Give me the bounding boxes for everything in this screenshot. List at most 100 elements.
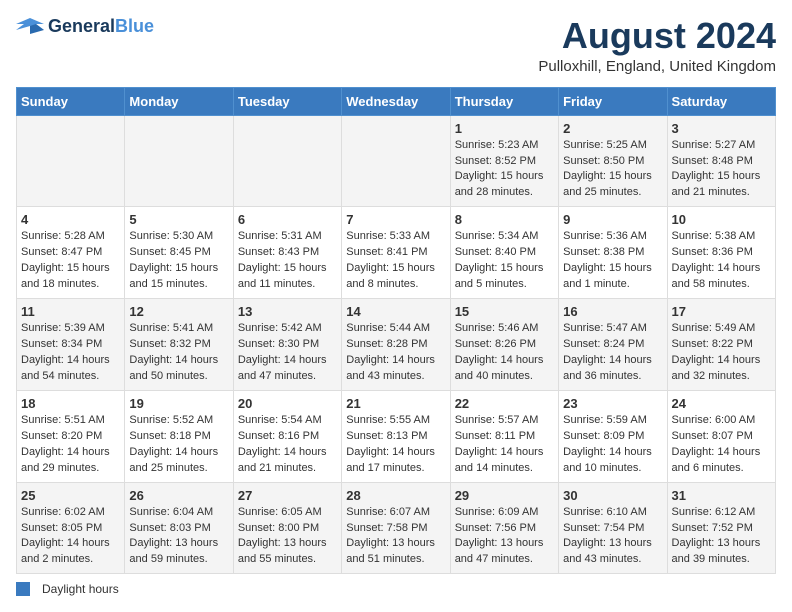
calendar-cell: 21 Sunrise: 5:55 AMSunset: 8:13 PMDayligh… [342,390,450,482]
col-sunday: Sunday [17,87,125,115]
day-number: 20 [238,396,337,411]
day-number: 1 [455,121,554,136]
footer: Daylight hours [16,582,776,596]
calendar-cell: 17 Sunrise: 5:49 AMSunset: 8:22 PMDayligh… [667,299,775,391]
day-info: Sunrise: 5:41 AMSunset: 8:32 PMDaylight:… [129,321,228,385]
day-number: 27 [238,488,337,503]
calendar-cell: 14 Sunrise: 5:44 AMSunset: 8:28 PMDayligh… [342,299,450,391]
calendar-subtitle: Pulloxhill, England, United Kingdom [538,58,776,75]
calendar-cell: 18 Sunrise: 5:51 AMSunset: 8:20 PMDayligh… [17,390,125,482]
day-number: 8 [455,212,554,227]
day-number: 5 [129,212,228,227]
day-number: 11 [21,304,120,319]
day-number: 4 [21,212,120,227]
calendar-cell: 30 Sunrise: 6:10 AMSunset: 7:54 PMDayligh… [559,482,667,574]
calendar-cell: 11 Sunrise: 5:39 AMSunset: 8:34 PMDayligh… [17,299,125,391]
col-wednesday: Wednesday [342,87,450,115]
day-info: Sunrise: 6:09 AMSunset: 7:56 PMDaylight:… [455,505,554,569]
day-number: 10 [672,212,771,227]
calendar-table: Sunday Monday Tuesday Wednesday Thursday… [16,87,776,575]
calendar-cell [342,115,450,207]
day-number: 21 [346,396,445,411]
col-monday: Monday [125,87,233,115]
calendar-cell: 15 Sunrise: 5:46 AMSunset: 8:26 PMDayligh… [450,299,558,391]
daylight-label: Daylight hours [42,582,119,596]
calendar-cell: 23Sunrise: 5:59 AMSunset: 8:09 PMDayligh… [559,390,667,482]
daylight-color-box [16,582,30,596]
col-tuesday: Tuesday [233,87,341,115]
day-info: Sunrise: 5:34 AMSunset: 8:40 PMDaylight:… [455,229,554,293]
day-info: Sunrise: 5:51 AMSunset: 8:20 PMDaylight:… [21,413,120,477]
logo-icon [16,16,44,38]
calendar-cell: 10 Sunrise: 5:38 AMSunset: 8:36 PMDayligh… [667,207,775,299]
day-info: Sunrise: 5:39 AMSunset: 8:34 PMDaylight:… [21,321,120,385]
calendar-cell: 16 Sunrise: 5:47 AMSunset: 8:24 PMDayligh… [559,299,667,391]
title-block: August 2024 Pulloxhill, England, United … [538,16,776,75]
day-number: 29 [455,488,554,503]
day-info: Sunrise: 6:10 AMSunset: 7:54 PMDaylight:… [563,505,662,569]
calendar-cell: 6Sunrise: 5:31 AMSunset: 8:43 PMDaylight… [233,207,341,299]
calendar-cell: 20 Sunrise: 5:54 AMSunset: 8:16 PMDayligh… [233,390,341,482]
day-number: 18 [21,396,120,411]
day-info: Sunrise: 5:44 AMSunset: 8:28 PMDaylight:… [346,321,445,385]
calendar-header: Sunday Monday Tuesday Wednesday Thursday… [17,87,776,115]
day-number: 2 [563,121,662,136]
calendar-title: August 2024 [538,16,776,56]
day-info: Sunrise: 6:12 AMSunset: 7:52 PMDaylight:… [672,505,771,569]
calendar-cell [125,115,233,207]
calendar-cell: 31 Sunrise: 6:12 AMSunset: 7:52 PMDayligh… [667,482,775,574]
day-info: Sunrise: 6:04 AMSunset: 8:03 PMDaylight:… [129,505,228,569]
day-info: Sunrise: 5:28 AMSunset: 8:47 PMDaylight:… [21,229,120,293]
col-friday: Friday [559,87,667,115]
calendar-week-1: 1 Sunrise: 5:23 AMSunset: 8:52 PMDaylight… [17,115,776,207]
day-info: Sunrise: 5:57 AMSunset: 8:11 PMDaylight:… [455,413,554,477]
day-number: 30 [563,488,662,503]
day-number: 7 [346,212,445,227]
calendar-cell: 22Sunrise: 5:57 AMSunset: 8:11 PMDayligh… [450,390,558,482]
calendar-cell [17,115,125,207]
page-header: GeneralBlue August 2024 Pulloxhill, Engl… [16,16,776,75]
day-info: Sunrise: 5:52 AMSunset: 8:18 PMDaylight:… [129,413,228,477]
calendar-week-2: 4 Sunrise: 5:28 AMSunset: 8:47 PMDaylight… [17,207,776,299]
day-number: 14 [346,304,445,319]
calendar-cell: 9Sunrise: 5:36 AMSunset: 8:38 PMDaylight… [559,207,667,299]
day-info: Sunrise: 5:25 AMSunset: 8:50 PMDaylight:… [563,138,662,202]
day-info: Sunrise: 5:33 AMSunset: 8:41 PMDaylight:… [346,229,445,293]
day-info: Sunrise: 6:07 AMSunset: 7:58 PMDaylight:… [346,505,445,569]
col-saturday: Saturday [667,87,775,115]
day-info: Sunrise: 6:02 AMSunset: 8:05 PMDaylight:… [21,505,120,569]
day-info: Sunrise: 5:49 AMSunset: 8:22 PMDaylight:… [672,321,771,385]
day-number: 19 [129,396,228,411]
calendar-cell: 26Sunrise: 6:04 AMSunset: 8:03 PMDayligh… [125,482,233,574]
day-number: 31 [672,488,771,503]
day-info: Sunrise: 5:55 AMSunset: 8:13 PMDaylight:… [346,413,445,477]
day-number: 3 [672,121,771,136]
day-info: Sunrise: 5:27 AMSunset: 8:48 PMDaylight:… [672,138,771,202]
day-number: 9 [563,212,662,227]
day-number: 17 [672,304,771,319]
day-number: 15 [455,304,554,319]
day-info: Sunrise: 5:30 AMSunset: 8:45 PMDaylight:… [129,229,228,293]
day-info: Sunrise: 5:47 AMSunset: 8:24 PMDaylight:… [563,321,662,385]
day-info: Sunrise: 6:05 AMSunset: 8:00 PMDaylight:… [238,505,337,569]
logo: GeneralBlue [16,16,154,38]
col-thursday: Thursday [450,87,558,115]
day-number: 28 [346,488,445,503]
day-number: 16 [563,304,662,319]
calendar-cell: 4 Sunrise: 5:28 AMSunset: 8:47 PMDaylight… [17,207,125,299]
day-info: Sunrise: 5:54 AMSunset: 8:16 PMDaylight:… [238,413,337,477]
day-info: Sunrise: 5:23 AMSunset: 8:52 PMDaylight:… [455,138,554,202]
day-number: 6 [238,212,337,227]
day-info: Sunrise: 5:46 AMSunset: 8:26 PMDaylight:… [455,321,554,385]
calendar-cell: 12 Sunrise: 5:41 AMSunset: 8:32 PMDayligh… [125,299,233,391]
day-number: 23 [563,396,662,411]
calendar-week-5: 25Sunrise: 6:02 AMSunset: 8:05 PMDayligh… [17,482,776,574]
calendar-week-3: 11 Sunrise: 5:39 AMSunset: 8:34 PMDayligh… [17,299,776,391]
calendar-cell: 13Sunrise: 5:42 AMSunset: 8:30 PMDayligh… [233,299,341,391]
calendar-cell: 8 Sunrise: 5:34 AMSunset: 8:40 PMDaylight… [450,207,558,299]
calendar-cell: 24Sunrise: 6:00 AMSunset: 8:07 PMDayligh… [667,390,775,482]
day-number: 12 [129,304,228,319]
day-info: Sunrise: 5:38 AMSunset: 8:36 PMDaylight:… [672,229,771,293]
calendar-cell: 25Sunrise: 6:02 AMSunset: 8:05 PMDayligh… [17,482,125,574]
day-info: Sunrise: 5:42 AMSunset: 8:30 PMDaylight:… [238,321,337,385]
